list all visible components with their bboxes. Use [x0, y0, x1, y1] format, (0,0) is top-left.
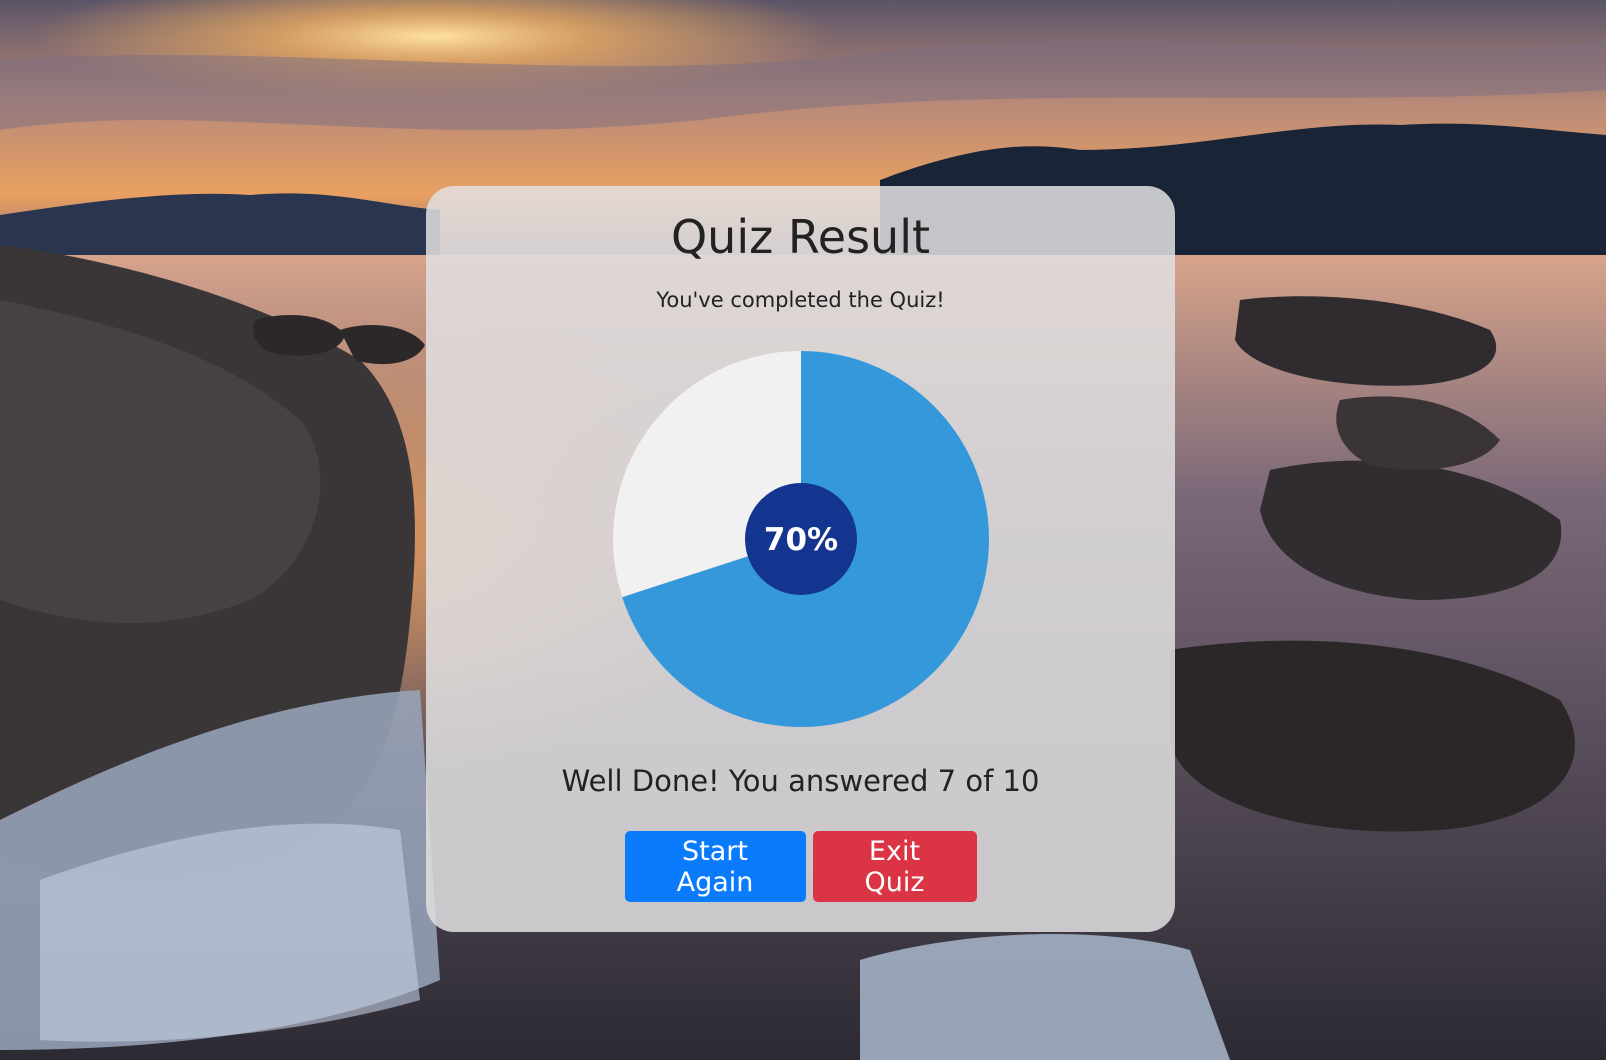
completion-subtitle: You've completed the Quiz! — [656, 288, 945, 312]
result-message: Well Done! You answered 7 of 10 — [561, 764, 1040, 798]
score-percent-label: 70% — [764, 522, 838, 558]
quiz-result-card: Quiz Result You've completed the Quiz! 7… — [426, 186, 1175, 932]
page-title: Quiz Result — [670, 210, 931, 264]
pie-chart-svg: 70% — [613, 351, 989, 727]
exit-quiz-button[interactable]: Exit Quiz — [812, 831, 977, 902]
action-buttons: Start Again Exit Quiz — [426, 831, 1175, 902]
score-pie-chart: 70% — [613, 351, 989, 727]
start-again-button[interactable]: Start Again — [624, 831, 806, 902]
